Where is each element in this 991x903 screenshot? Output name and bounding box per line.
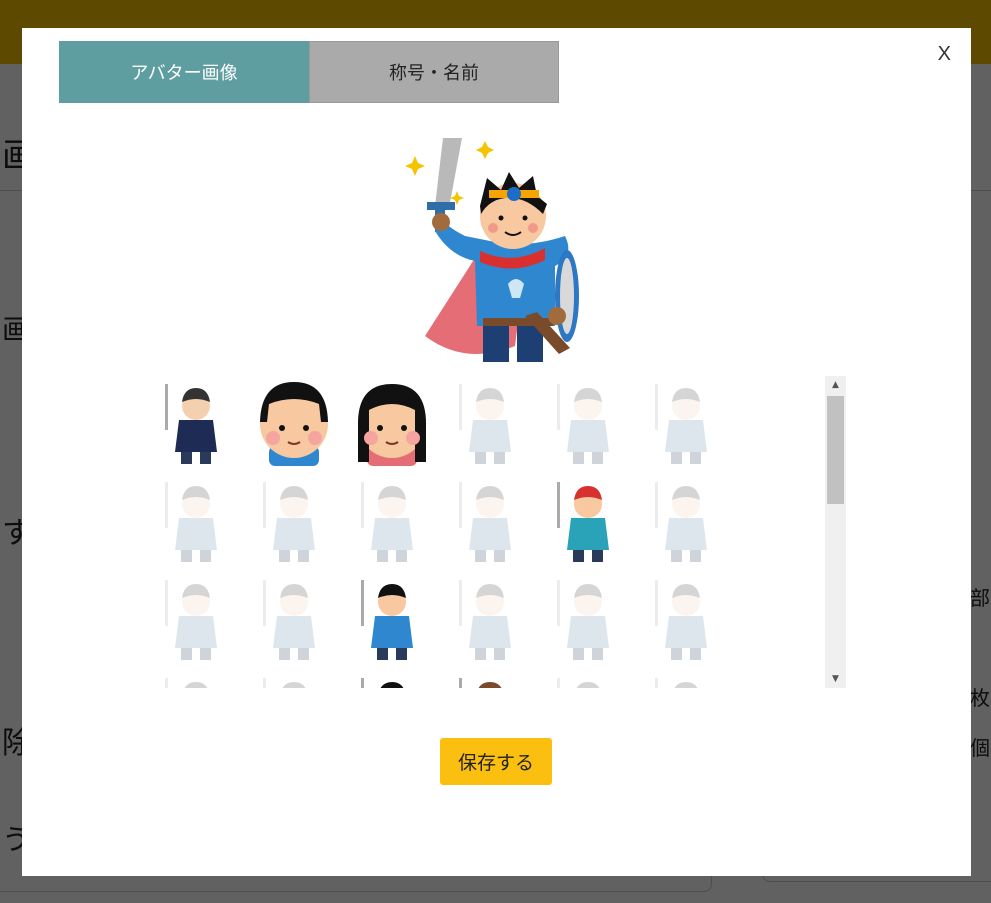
avatar-option[interactable]: [543, 572, 633, 662]
avatar-option[interactable]: [641, 376, 731, 466]
close-button[interactable]: X: [938, 42, 951, 66]
avatar-option[interactable]: [445, 376, 535, 466]
ghost-icon: [655, 678, 698, 688]
avatar-option[interactable]: [249, 572, 339, 662]
avatar-option[interactable]: [151, 670, 241, 688]
avatar-option[interactable]: [543, 474, 633, 564]
avatar-option[interactable]: [151, 572, 241, 662]
salaryman-sprinting-icon: [459, 384, 511, 464]
young-witch-icon: [459, 482, 511, 562]
top-hat-icon: [361, 678, 404, 688]
scrollbar-thumb[interactable]: [827, 396, 844, 504]
pink-hair-icon: [557, 678, 600, 688]
pixel-hero-icon: [165, 384, 217, 464]
avatar-option[interactable]: [347, 376, 437, 466]
certificate-holder-icon: [655, 384, 707, 464]
office-worker-desk-icon: [557, 384, 609, 464]
avatar-option[interactable]: [347, 572, 437, 662]
fire-mage-icon: [459, 580, 511, 660]
professor-icon: [165, 580, 217, 660]
ninja-icon: [655, 580, 707, 660]
mermaid-icon: [557, 482, 609, 562]
scroll-up-arrow-icon[interactable]: ▲: [825, 376, 846, 394]
avatar-settings-modal: X アバター画像 称号・名前 ▲ ▼ 保存する: [22, 28, 971, 876]
cat-icon: [165, 678, 208, 688]
avatar-option[interactable]: [347, 670, 437, 688]
brown-hair-icon: [459, 678, 502, 688]
avatar-option[interactable]: [445, 572, 535, 662]
avatar-option[interactable]: [249, 376, 339, 466]
old-witch-icon: [361, 482, 413, 562]
avatar-option[interactable]: [249, 474, 339, 564]
dark-knight-icon: [263, 580, 315, 660]
boy-face-icon: [260, 382, 328, 466]
avatar-option[interactable]: [445, 474, 535, 564]
avatar-option[interactable]: [641, 670, 731, 688]
selected-avatar-preview: [405, 136, 587, 364]
modal-tabs: アバター画像 称号・名前: [59, 41, 559, 103]
ice-wizard-icon: [165, 482, 217, 562]
avatar-grid-scroll-area[interactable]: [151, 376, 846, 688]
avatar-option[interactable]: [641, 572, 731, 662]
scroll-down-arrow-icon[interactable]: ▼: [825, 670, 846, 688]
avatar-option[interactable]: [445, 670, 535, 688]
forest-mage-icon: [263, 482, 315, 562]
avatar-option[interactable]: [543, 376, 633, 466]
avatar-option[interactable]: [347, 474, 437, 564]
avatar-option[interactable]: [151, 474, 241, 564]
avatar-option[interactable]: [151, 376, 241, 466]
cat-icon: [263, 678, 306, 688]
tab-title-name[interactable]: 称号・名前: [309, 41, 559, 103]
save-button[interactable]: 保存する: [440, 738, 552, 785]
avatar-option[interactable]: [249, 670, 339, 688]
tab-avatar-image[interactable]: アバター画像: [59, 41, 309, 103]
avatar-grid-scrollbar[interactable]: ▲ ▼: [825, 376, 846, 688]
hero-icon: [405, 138, 579, 362]
girl-face-icon: [357, 384, 427, 466]
hero-icon: [361, 580, 413, 660]
magician-icon: [557, 580, 609, 660]
avatar-option[interactable]: [543, 670, 633, 688]
avatar-option[interactable]: [641, 474, 731, 564]
ninja-warrior-icon: [655, 482, 707, 562]
